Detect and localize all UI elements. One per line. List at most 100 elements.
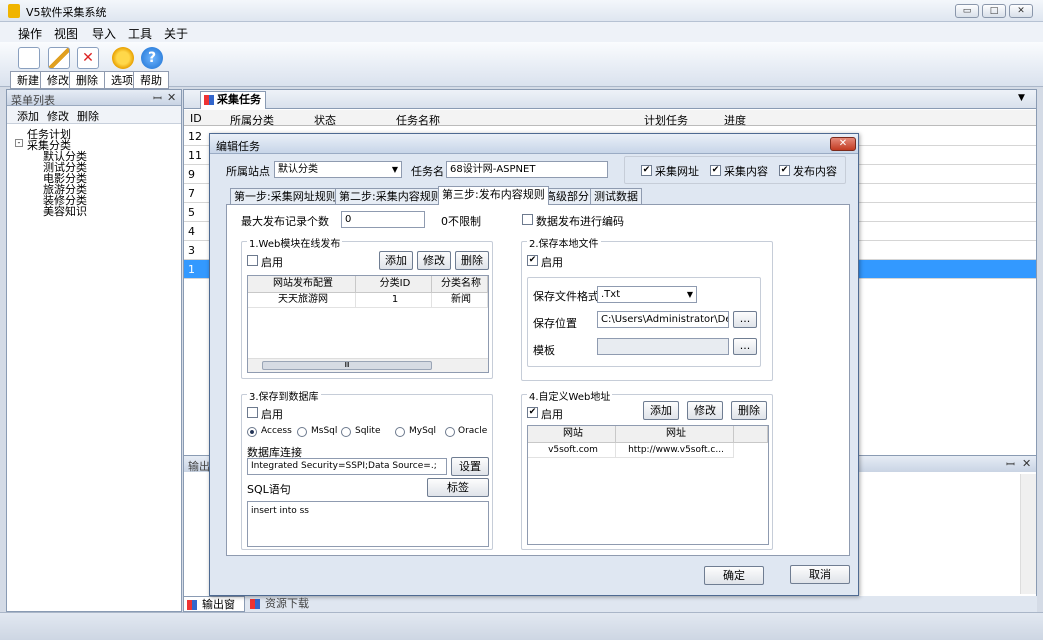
close-icon[interactable]: ✕ — [167, 91, 176, 104]
col-site[interactable]: 网站 — [528, 426, 616, 443]
col-url[interactable]: 网址 — [616, 426, 734, 443]
tab-test-data[interactable]: 测试数据 — [590, 188, 642, 205]
tree-delete-button[interactable]: 删除 — [77, 108, 99, 124]
custom-delete-button[interactable]: 删除 — [731, 401, 767, 420]
site-select[interactable]: 默认分类 ▼ — [274, 161, 402, 178]
tree-add-button[interactable]: 添加 — [17, 108, 39, 124]
local-enable-checkbox[interactable]: ✔ — [527, 255, 538, 266]
web-add-button[interactable]: 添加 — [379, 251, 413, 270]
task-name-input[interactable]: 68设计网-ASPNET — [446, 161, 608, 178]
minimize-button[interactable]: ▭ — [955, 4, 979, 18]
menu-view[interactable]: 视图 — [54, 25, 78, 42]
web-delete-button[interactable]: 删除 — [455, 251, 489, 270]
cancel-button[interactable]: 取消 — [790, 565, 850, 584]
window-title: V5软件采集系统 — [26, 6, 107, 19]
encode-checkbox[interactable] — [522, 214, 533, 225]
browse-template-button[interactable]: ... — [733, 338, 757, 355]
template-input[interactable] — [597, 338, 729, 355]
tab-output-window[interactable]: 输出窗口 — [183, 596, 245, 626]
cell-id[interactable]: 1 — [356, 293, 432, 308]
col-site-config[interactable]: 网站发布配置 — [248, 276, 356, 293]
col-progress[interactable]: 进度 — [724, 112, 746, 128]
custom-add-button[interactable]: 添加 — [643, 401, 679, 420]
collect-content-checkbox[interactable]: ✔ — [710, 165, 721, 176]
tree-edit-button[interactable]: 修改 — [47, 108, 69, 124]
tab-step3[interactable]: 第三步:发布内容规则 — [438, 186, 549, 205]
path-input[interactable]: C:\Users\Administrator\Des — [597, 311, 729, 328]
row-id: 9 — [188, 168, 195, 181]
col-category-name[interactable]: 分类名称 — [432, 276, 488, 293]
radio-oracle[interactable] — [445, 427, 455, 437]
dialog-title-bar: 编辑任务 ✕ — [210, 134, 858, 154]
col-task-name[interactable]: 任务名称 — [396, 112, 440, 128]
edit-task-dialog: 编辑任务 ✕ 所属站点 默认分类 ▼ 任务名 68设计网-ASPNET ✔ 采集… — [209, 133, 859, 596]
row-id: 7 — [188, 187, 195, 200]
menu-tools[interactable]: 工具 — [128, 25, 152, 42]
radio-access-label: Access — [261, 426, 292, 436]
dialog-close-button[interactable]: ✕ — [830, 137, 856, 151]
col-category-id[interactable]: 分类ID — [356, 276, 432, 293]
custom-web-table: 网站 网址 v5soft.com http://www.v5soft.c... — [527, 425, 769, 545]
site-label: 所属站点 — [226, 165, 270, 178]
cell-name[interactable]: 新闻 — [432, 293, 488, 308]
tab-dropdown-icon[interactable]: ▼ — [1018, 93, 1025, 103]
db-set-button[interactable]: 设置 — [451, 457, 489, 476]
radio-mssql-label: MsSql — [311, 426, 338, 436]
custom-edit-button[interactable]: 修改 — [687, 401, 723, 420]
radio-access[interactable] — [247, 427, 257, 437]
tab-step1[interactable]: 第一步:采集网址规则 — [230, 188, 341, 205]
tab-resource-download[interactable]: 资源下载 — [247, 596, 313, 612]
dialog-title: 编辑任务 — [216, 140, 260, 153]
web-enable-checkbox[interactable] — [247, 255, 258, 266]
scroll-thumb[interactable]: Ⅲ — [262, 361, 432, 370]
pin-icon[interactable]: ꟷ — [1006, 457, 1015, 472]
close-window-button[interactable]: ✕ — [1009, 4, 1033, 18]
db-enable-label: 启用 — [261, 408, 283, 421]
custom-enable-checkbox[interactable]: ✔ — [527, 407, 538, 418]
db-enable-checkbox[interactable] — [247, 407, 258, 418]
tab-advanced[interactable]: 高级部分 — [541, 188, 593, 205]
collect-url-checkbox[interactable]: ✔ — [641, 165, 652, 176]
menu-about[interactable]: 关于 — [164, 25, 188, 42]
output-scrollbar[interactable] — [1020, 474, 1036, 594]
unlimited-hint: 0不限制 — [441, 215, 481, 228]
format-select[interactable]: .Txt ▼ — [597, 286, 697, 303]
browse-path-button[interactable]: ... — [733, 311, 757, 328]
tree-item[interactable]: 美容知识 — [43, 203, 87, 219]
download-icon — [250, 599, 260, 609]
delete-button[interactable]: ✕ 删除 — [69, 44, 105, 89]
encode-label: 数据发布进行编码 — [536, 215, 624, 228]
title-bar: V5软件采集系统 ▭ □ ✕ — [0, 0, 1043, 22]
sql-textarea[interactable]: insert into ss — [247, 501, 489, 547]
publish-content-checkbox[interactable]: ✔ — [779, 165, 790, 176]
sql-tag-button[interactable]: 标签 — [427, 478, 489, 497]
radio-mysql[interactable] — [395, 427, 405, 437]
tab-step2[interactable]: 第二步:采集内容规则 — [335, 188, 446, 205]
help-button[interactable]: ? 帮助 — [133, 44, 169, 89]
menu-operate[interactable]: 操作 — [18, 25, 42, 42]
db-conn-input[interactable]: Integrated Security=SSPI;Data Source=.; — [247, 458, 447, 475]
radio-mssql[interactable] — [297, 427, 307, 437]
horizontal-scrollbar[interactable]: Ⅲ — [248, 358, 488, 372]
radio-mysql-label: MySql — [409, 426, 437, 436]
max-records-input[interactable]: 0 — [341, 211, 425, 228]
col-category[interactable]: 所属分类 — [230, 112, 274, 128]
radio-sqlite[interactable] — [341, 427, 351, 437]
cell-site[interactable]: 天天旅游网 — [248, 293, 356, 308]
web-edit-button[interactable]: 修改 — [417, 251, 451, 270]
tab-label: 资源下载 — [265, 597, 309, 610]
tab-label: 采集任务 — [217, 93, 261, 106]
col-id[interactable]: ID — [190, 112, 202, 125]
menu-import[interactable]: 导入 — [92, 25, 116, 42]
collapse-icon[interactable]: - — [15, 139, 23, 147]
sql-label: SQL语句 — [247, 483, 291, 496]
tab-collect-task[interactable]: 采集任务 — [200, 91, 266, 109]
close-icon[interactable]: ✕ — [1022, 457, 1031, 470]
pin-icon[interactable]: ꟷ — [153, 91, 162, 106]
cell-site[interactable]: v5soft.com — [528, 443, 616, 458]
cell-url[interactable]: http://www.v5soft.c... — [616, 443, 734, 458]
col-status[interactable]: 状态 — [314, 112, 336, 128]
maximize-button[interactable]: □ — [982, 4, 1006, 18]
col-schedule[interactable]: 计划任务 — [644, 112, 688, 128]
ok-button[interactable]: 确定 — [704, 566, 764, 585]
